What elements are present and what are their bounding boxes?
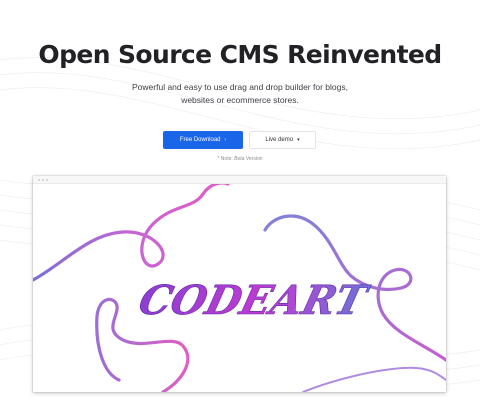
window-dot-icon [38, 179, 40, 181]
window-titlebar [33, 176, 446, 184]
live-demo-button[interactable]: Live demo ▾ [249, 131, 316, 149]
live-demo-label: Live demo [265, 137, 294, 143]
window-dot-icon [46, 179, 48, 181]
note-suffix: Version [245, 156, 263, 162]
subtitle-line-2: websites or ecommerce stores. [181, 95, 299, 105]
chevron-right-icon: › [224, 136, 227, 143]
subtitle-line-1: Powerful and easy to use drag and drop b… [132, 82, 348, 92]
beta-note: * Note: Beta Version [0, 156, 480, 162]
note-prefix: * Note: [217, 156, 233, 162]
chevron-down-icon: ▾ [297, 136, 300, 143]
window-dot-icon [42, 179, 44, 181]
codeart-artwork: CODEART [33, 184, 446, 392]
page-title: Open Source CMS Reinvented [38, 40, 442, 69]
preview-window: CODEART [33, 176, 446, 392]
free-download-label: Free Download [179, 137, 221, 143]
codeart-logo-text: CODEART [134, 277, 374, 324]
hero-subtitle: Powerful and easy to use drag and drop b… [110, 81, 370, 107]
note-emphasis: Beta [234, 156, 245, 162]
free-download-button[interactable]: Free Download › [163, 131, 243, 149]
preview-canvas: CODEART [33, 184, 446, 392]
